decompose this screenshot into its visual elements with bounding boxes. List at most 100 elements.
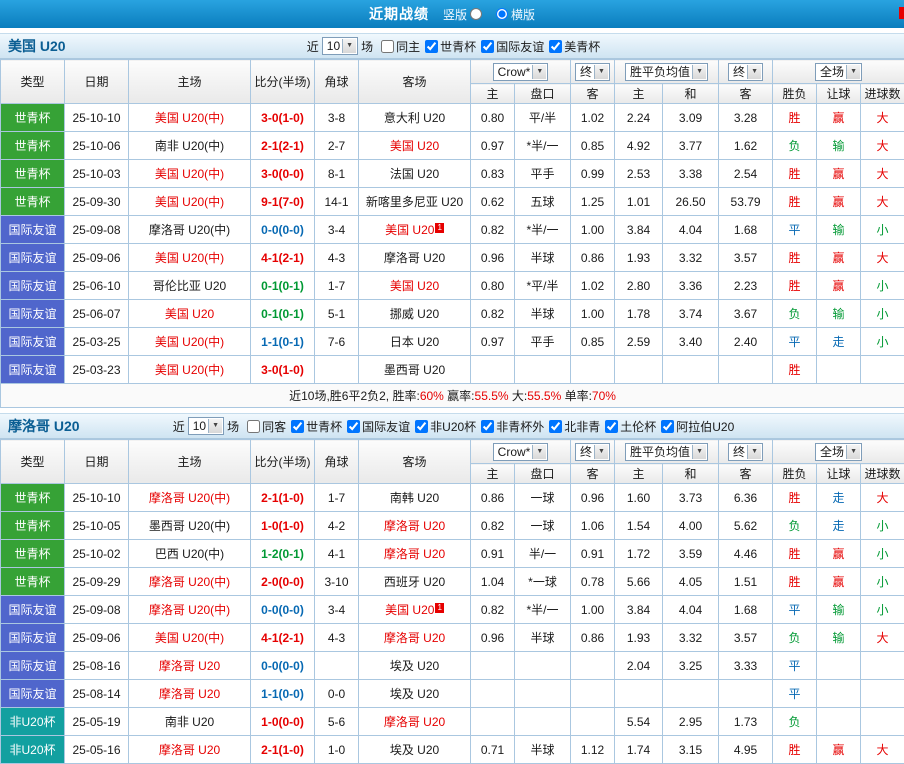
full-match-select[interactable]: 全场 [815, 443, 862, 461]
odds-source-select[interactable]: Crow* [493, 443, 549, 461]
recent-count-select[interactable]: 10 [322, 37, 358, 55]
avg-final-select[interactable]: 终 [728, 443, 763, 461]
away-team-link[interactable]: 埃及 U20 [390, 687, 439, 701]
filter-checkbox-土伦杯[interactable] [605, 420, 618, 433]
filter-option[interactable]: 国际友谊 [347, 418, 410, 435]
filter-option[interactable]: 世青杯 [425, 38, 476, 55]
away-team-cell: 意大利 U20 [359, 104, 471, 132]
away-team-link[interactable]: 法国 U20 [390, 167, 439, 181]
away-team-link[interactable]: 西班牙 U20 [384, 575, 445, 589]
home-team-cell: 南非 U20(中) [129, 132, 251, 160]
avg-draw-odds [663, 356, 719, 384]
home-team-link[interactable]: 摩洛哥 U20 [159, 687, 220, 701]
corner-cell: 0-0 [315, 680, 359, 708]
away-team-link[interactable]: 南韩 U20 [390, 491, 439, 505]
home-team-link[interactable]: 美国 U20(中) [155, 363, 224, 377]
horizontal-radio[interactable] [496, 8, 508, 20]
home-team-link[interactable]: 摩洛哥 U20 [159, 743, 220, 757]
away-team-link[interactable]: 摩洛哥 U20 [384, 251, 445, 265]
away-team-link[interactable]: 意大利 U20 [384, 111, 445, 125]
filter-label: 非U20杯 [430, 418, 476, 435]
home-team-link[interactable]: 摩洛哥 U20(中) [149, 575, 230, 589]
away-team-link[interactable]: 墨西哥 U20 [384, 363, 445, 377]
games-label: 场 [361, 38, 373, 55]
away-team-link[interactable]: 美国 U20 [385, 603, 434, 617]
away-team-link[interactable]: 美国 U20 [390, 139, 439, 153]
home-team-link[interactable]: 摩洛哥 U20 [159, 659, 220, 673]
filter-checkbox-阿拉伯U20[interactable] [661, 420, 674, 433]
handicap-line [515, 356, 571, 384]
home-team-link[interactable]: 哥伦比亚 U20 [153, 279, 226, 293]
home-team-link[interactable]: 美国 U20(中) [155, 111, 224, 125]
filter-label: 同客 [262, 418, 286, 435]
home-team-link[interactable]: 南非 U20(中) [155, 139, 224, 153]
home-team-cell: 美国 U20(中) [129, 104, 251, 132]
filter-checkbox-非青杯外[interactable] [481, 420, 494, 433]
filter-checkbox-国际友谊[interactable] [481, 40, 494, 53]
home-team-link[interactable]: 墨西哥 U20(中) [149, 519, 230, 533]
filter-option[interactable]: 同客 [247, 418, 286, 435]
filter-checkbox-非U20杯[interactable] [415, 420, 428, 433]
avg-final-select[interactable]: 终 [728, 63, 763, 81]
odds-source-select[interactable]: Crow* [493, 63, 549, 81]
odds-final-select[interactable]: 终 [575, 443, 610, 461]
home-team-link[interactable]: 美国 U20 [165, 307, 214, 321]
filter-checkbox-世青杯[interactable] [425, 40, 438, 53]
vertical-label: 竖版 [443, 6, 467, 23]
filter-option[interactable]: 世青杯 [291, 418, 342, 435]
match-type-cell: 世青杯 [1, 540, 65, 568]
home-team-link[interactable]: 美国 U20(中) [155, 251, 224, 265]
filter-option[interactable]: 美青杯 [549, 38, 600, 55]
filter-option[interactable]: 土伦杯 [605, 418, 656, 435]
filter-checkbox-世青杯[interactable] [291, 420, 304, 433]
away-team-link[interactable]: 挪威 U20 [390, 307, 439, 321]
home-team-link[interactable]: 摩洛哥 U20(中) [149, 491, 230, 505]
away-team-link[interactable]: 摩洛哥 U20 [384, 547, 445, 561]
away-team-link[interactable]: 美国 U20 [385, 223, 434, 237]
filter-option[interactable]: 非青杯外 [481, 418, 544, 435]
filter-checkbox-同主[interactable] [381, 40, 394, 53]
vertical-radio[interactable] [470, 8, 482, 20]
away-team-link[interactable]: 摩洛哥 U20 [384, 715, 445, 729]
away-team-link[interactable]: 埃及 U20 [390, 659, 439, 673]
filter-option[interactable]: 同主 [381, 38, 420, 55]
avg-draw-odds: 3.25 [663, 652, 719, 680]
recent-count-select[interactable]: 10 [188, 417, 224, 435]
filter-checkbox-同客[interactable] [247, 420, 260, 433]
home-team-link[interactable]: 美国 U20(中) [155, 335, 224, 349]
away-team-link[interactable]: 新喀里多尼亚 U20 [366, 195, 463, 209]
away-team-link[interactable]: 埃及 U20 [390, 743, 439, 757]
match-type-cell: 国际友谊 [1, 216, 65, 244]
home-team-link[interactable]: 美国 U20(中) [155, 631, 224, 645]
away-team-link[interactable]: 摩洛哥 U20 [384, 519, 445, 533]
avg-odds-select[interactable]: 胜平负均值 [625, 443, 708, 461]
away-team-link[interactable]: 摩洛哥 U20 [384, 631, 445, 645]
home-team-link[interactable]: 美国 U20(中) [155, 195, 224, 209]
recent-count-value: 10 [327, 39, 340, 53]
filter-checkbox-国际友谊[interactable] [347, 420, 360, 433]
recent-count-value: 10 [193, 419, 206, 433]
away-team-link[interactable]: 美国 U20 [390, 279, 439, 293]
filter-option[interactable]: 北非青 [549, 418, 600, 435]
home-team-link[interactable]: 美国 U20(中) [155, 167, 224, 181]
filter-option[interactable]: 非U20杯 [415, 418, 476, 435]
corner-cell: 5-1 [315, 300, 359, 328]
home-team-link[interactable]: 巴西 U20(中) [155, 547, 224, 561]
filter-option[interactable]: 国际友谊 [481, 38, 544, 55]
goals-result-cell: 大 [861, 104, 904, 132]
team-title: 摩洛哥 U20 [8, 416, 80, 436]
home-team-link[interactable]: 南非 U20 [165, 715, 214, 729]
home-team-link[interactable]: 摩洛哥 U20(中) [149, 223, 230, 237]
home-team-link[interactable]: 摩洛哥 U20(中) [149, 603, 230, 617]
full-match-select[interactable]: 全场 [815, 63, 862, 81]
filter-checkbox-北非青[interactable] [549, 420, 562, 433]
away-team-link[interactable]: 日本 U20 [390, 335, 439, 349]
odds-final-select[interactable]: 终 [575, 63, 610, 81]
goals-result-cell: 大 [861, 244, 904, 272]
filter-checkbox-美青杯[interactable] [549, 40, 562, 53]
avg-odds-select[interactable]: 胜平负均值 [625, 63, 708, 81]
score-cell: 2-1(1-0) [251, 484, 315, 512]
handicap-line: 半球 [515, 300, 571, 328]
col-handicap-result: 让球 [817, 464, 861, 484]
filter-option[interactable]: 阿拉伯U20 [661, 418, 734, 435]
